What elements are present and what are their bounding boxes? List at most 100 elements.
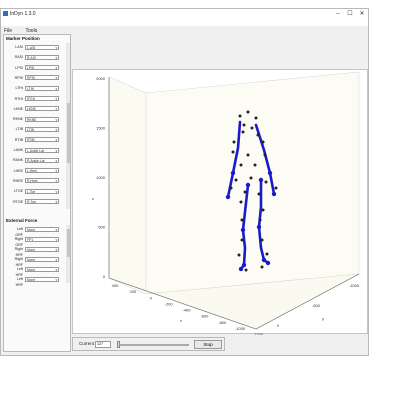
marker-select-value: RTHI	[27, 97, 35, 101]
marker-row: LANK L.Ankle.Lat ▾	[7, 147, 65, 153]
marker-select-value: R.Ankle.Lat	[27, 158, 45, 163]
marker-label: RHEE	[13, 178, 23, 183]
z-tick-label: 1500	[96, 126, 106, 131]
chevron-down-icon: ▾	[55, 158, 57, 163]
marker-select-value: LPSI	[27, 66, 35, 71]
marker-dot	[234, 178, 238, 182]
marker-select[interactable]: LPSI ▾	[25, 65, 59, 71]
joint-marker	[271, 191, 277, 197]
joint-marker	[258, 177, 264, 183]
marker-select[interactable]: LKNE ▾	[25, 106, 59, 112]
force-row: Left HRF None ▾	[7, 276, 65, 287]
current-label: Current	[79, 341, 95, 346]
marker-dot	[254, 116, 258, 120]
force-scrollbar[interactable]	[66, 225, 70, 283]
joint-marker	[230, 170, 236, 176]
force-select[interactable]: None ▾	[25, 246, 59, 252]
marker-scroll-thumb[interactable]	[66, 103, 70, 163]
force-row: Left GRF None ▾	[7, 226, 65, 237]
visualize-panel[interactable]: 2000 1500 1000 500 0 400 200 0 -200 -400 -600 -800-…	[72, 69, 369, 337]
marker-dot	[240, 218, 244, 222]
chevron-down-icon: ▾	[55, 148, 57, 153]
marker-select[interactable]: R.Toe ▾	[25, 199, 59, 204]
chevron-down-icon: ▾	[55, 267, 57, 272]
marker-row: RKNE RKNE ▾	[7, 116, 65, 122]
close-button[interactable]: ✕	[356, 9, 368, 19]
marker-label: RTOE	[13, 199, 23, 204]
marker-select-value: LKNE	[27, 107, 36, 112]
joint-marker	[241, 262, 247, 268]
force-select[interactable]: None ▾	[25, 276, 59, 282]
marker-select-value: L.Ankle.Lat	[27, 148, 44, 153]
force-select[interactable]: FP1 ▾	[25, 236, 59, 242]
marker-select[interactable]: L.Toe ▾	[25, 188, 59, 194]
marker-scrollbar[interactable]	[66, 43, 70, 209]
marker-dot	[253, 163, 257, 167]
marker-select[interactable]: L.ASI ▾	[25, 44, 59, 50]
marker-select-value: R.Toe	[27, 200, 36, 204]
marker-label: RTHI	[14, 96, 23, 101]
force-scroll-thumb[interactable]	[66, 229, 70, 257]
force-row: Left HRF None ▾	[7, 266, 65, 277]
marker-dot	[274, 186, 278, 190]
marker-dot	[246, 110, 250, 114]
frame-slider-knob[interactable]	[117, 341, 120, 348]
marker-dot	[237, 253, 241, 257]
marker-row: LASI L.ASI ▾	[7, 44, 65, 50]
skeleton-3d-plot[interactable]: 20001500100050004002000-200-400-600-800-…	[73, 70, 369, 337]
back-wall-right	[145, 71, 360, 295]
marker-select[interactable]: RTIB ▾	[25, 137, 59, 143]
marker-select[interactable]: RPSI ▾	[25, 75, 59, 81]
z-tick-label: 0	[103, 274, 106, 279]
marker-dot	[246, 153, 250, 157]
chevron-down-icon: ▾	[55, 117, 57, 122]
force-select[interactable]: None ▾	[25, 266, 59, 272]
marker-row: RTIB RTIB ▾	[7, 137, 65, 143]
marker-select[interactable]: RTHI ▾	[25, 96, 59, 101]
marker-dot	[260, 265, 264, 269]
joint-marker	[238, 266, 244, 272]
minimize-button[interactable]: –	[332, 9, 344, 19]
marker-select[interactable]: L.Heel ▾	[25, 168, 59, 174]
x-axis-label: x	[180, 318, 182, 323]
menu-bar: File Tools	[1, 19, 368, 34]
marker-select-value: L.Heel	[27, 169, 37, 174]
chevron-down-icon: ▾	[55, 55, 57, 60]
marker-select[interactable]: R.Heel ▾	[25, 178, 59, 184]
app-icon	[3, 11, 8, 16]
marker-row: RASI R.ASI ▾	[7, 54, 65, 60]
marker-row: RPSI RPSI ▾	[7, 75, 65, 81]
marker-label: RASI	[14, 55, 23, 60]
marker-select[interactable]: R.ASI ▾	[25, 54, 59, 60]
marker-dot	[250, 126, 254, 130]
marker-row: LHEE L.Heel ▾	[7, 168, 65, 174]
joint-marker	[265, 260, 271, 266]
force-select[interactable]: None ▾	[25, 226, 59, 232]
marker-select[interactable]: RKNE ▾	[25, 116, 59, 122]
marker-dot	[240, 238, 244, 242]
maximize-button[interactable]: ☐	[344, 9, 356, 19]
marker-section-title: Marker Position	[6, 36, 40, 41]
marker-select-value: R.ASI	[27, 55, 36, 60]
marker-select[interactable]: R.Ankle.Lat ▾	[25, 157, 59, 163]
marker-dot	[249, 176, 253, 180]
frame-slider-track[interactable]	[117, 344, 189, 346]
marker-select-value: R.Heel	[27, 179, 38, 184]
marker-select[interactable]: LTHI ▾	[25, 85, 59, 91]
chevron-down-icon: ▾	[55, 227, 57, 232]
marker-select[interactable]: LTIB ▾	[25, 126, 59, 132]
marker-select[interactable]: L.Ankle.Lat ▾	[25, 147, 59, 153]
x-tick-label: 0	[150, 295, 153, 300]
joint-marker	[245, 182, 251, 188]
back-wall-left	[108, 76, 147, 295]
chevron-down-icon: ▾	[55, 76, 57, 81]
stop-button[interactable]: Stop	[194, 340, 222, 349]
chevron-down-icon: ▾	[55, 45, 57, 50]
marker-row: RHEE R.Heel ▾	[7, 178, 65, 184]
force-select[interactable]: None ▾	[25, 256, 59, 262]
frame-field[interactable]: 127	[95, 341, 111, 348]
marker-dot	[239, 200, 243, 204]
chevron-down-icon: ▾	[55, 86, 57, 91]
chevron-down-icon: ▾	[55, 66, 57, 71]
chevron-down-icon: ▾	[55, 247, 57, 252]
